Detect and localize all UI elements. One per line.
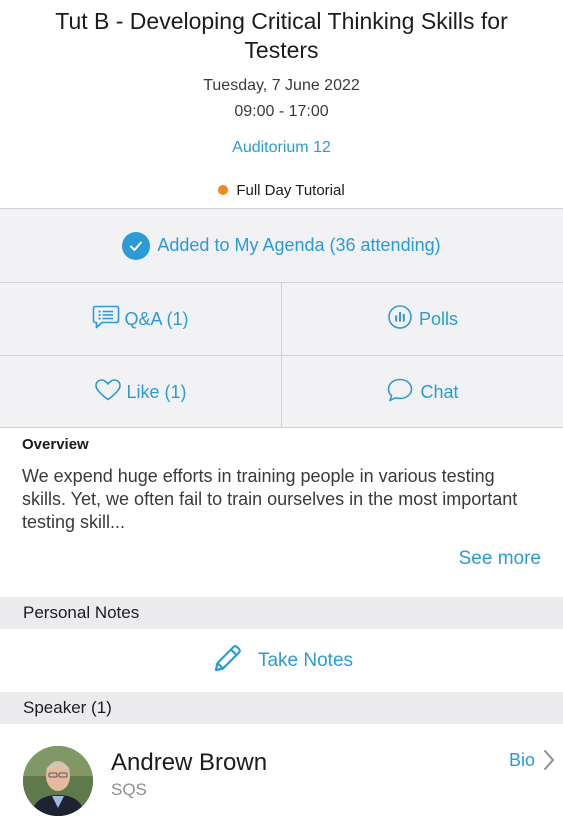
- polls-button[interactable]: Polls: [282, 282, 563, 355]
- speaker-name: Andrew Brown: [111, 749, 268, 776]
- speaker-organization: SQS: [111, 780, 147, 799]
- my-agenda-button[interactable]: Added to My Agenda (36 attending): [0, 208, 563, 282]
- track-color-dot: [218, 185, 229, 195]
- my-agenda-label: Added to My Agenda (36 attending): [157, 235, 441, 255]
- qa-icon: [92, 304, 120, 335]
- overview-heading: Overview: [22, 436, 89, 453]
- pencil-icon: [210, 642, 244, 681]
- checkmark-icon: [122, 231, 151, 260]
- chat-bubble-icon: [386, 377, 414, 408]
- like-button[interactable]: Like (1): [0, 355, 281, 428]
- grid-bottom-divider: [0, 427, 563, 428]
- page-title: Tut B - Developing Critical Thinking Ski…: [55, 8, 508, 63]
- session-date: Tuesday, 7 June 2022: [203, 77, 360, 94]
- polls-label: Polls: [418, 308, 458, 329]
- chat-label: Chat: [420, 381, 459, 402]
- speaker-list-item[interactable]: Andrew Brown SQS Bio: [0, 724, 563, 824]
- see-more-link[interactable]: See more: [459, 548, 541, 570]
- take-notes-label: Take Notes: [257, 650, 354, 671]
- track-label: Full Day Tutorial: [236, 182, 345, 199]
- grid-divider: [281, 282, 282, 427]
- overview-text: We expend huge efforts in training peopl…: [22, 466, 518, 532]
- take-notes-button[interactable]: Take Notes: [0, 630, 563, 692]
- qa-label: Q&A (1): [124, 308, 189, 329]
- speaker-bio-link[interactable]: Bio: [509, 750, 535, 771]
- session-location-link[interactable]: Auditorium 12: [0, 139, 563, 157]
- personal-notes-header: Personal Notes: [0, 597, 563, 629]
- chevron-right-icon: [543, 749, 555, 776]
- speaker-avatar: [23, 746, 93, 816]
- heart-icon: [94, 378, 122, 407]
- polls-icon: [387, 304, 413, 335]
- chat-button[interactable]: Chat: [282, 355, 563, 428]
- session-track: Full Day Tutorial: [0, 182, 563, 199]
- qa-button[interactable]: Q&A (1): [0, 282, 281, 355]
- speaker-section-header: Speaker (1): [0, 692, 563, 724]
- like-label: Like (1): [126, 381, 187, 402]
- session-time: 09:00 - 17:00: [234, 103, 329, 120]
